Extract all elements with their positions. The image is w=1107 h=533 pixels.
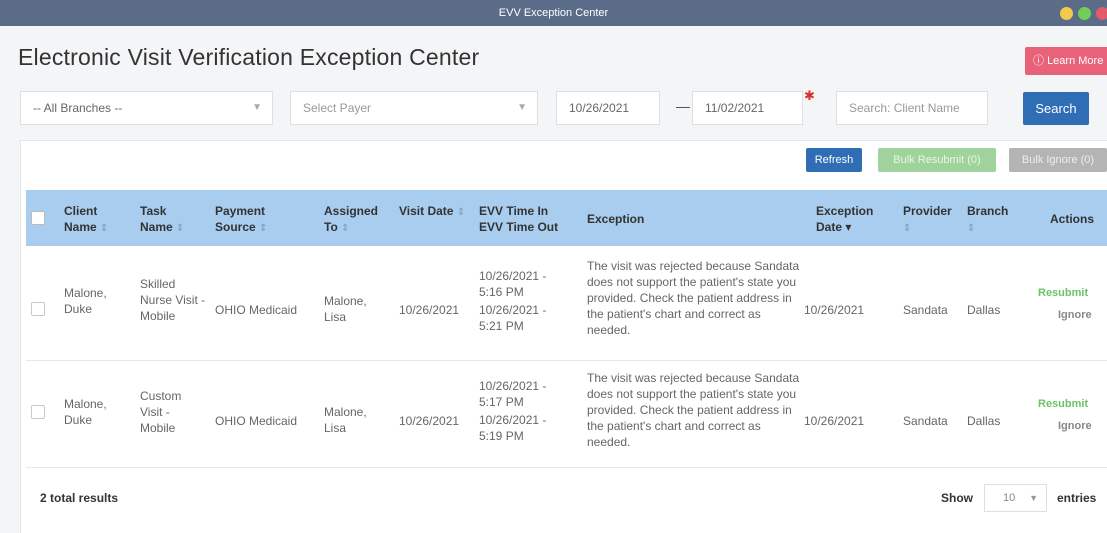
cell-exception: The visit was rejected because Sandata d… <box>587 259 800 337</box>
resubmit-link[interactable]: Resubmit <box>1038 398 1088 410</box>
chevron-down-icon: ▼ <box>252 102 262 113</box>
cell-exception: The visit was rejected because Sandata d… <box>587 371 800 449</box>
cell-visit-date: 10/26/2021 <box>399 303 460 317</box>
cell-evv-time-out: 10/26/2021 - 5:19 PM <box>479 413 547 443</box>
date-range-separator <box>676 107 690 108</box>
sort-icon: ⇕ <box>903 223 912 234</box>
column-exception-date[interactable]: Exception Date ▾ <box>816 203 888 235</box>
column-task-name[interactable]: Task Name ⇕ <box>140 203 190 237</box>
select-all-checkbox[interactable] <box>31 211 45 225</box>
chevron-down-icon: ▼ <box>1029 493 1038 503</box>
info-icon: ⓘ <box>1033 55 1044 67</box>
cell-visit-date: 10/26/2021 <box>399 414 460 428</box>
required-asterisk-icon: ✱ <box>804 88 815 103</box>
entries-select-value: 10 <box>1003 492 1016 504</box>
learn-more-button[interactable]: ⓘ Learn More <box>1025 47 1107 75</box>
search-button[interactable]: Search <box>1023 92 1089 125</box>
payer-select[interactable]: Select Payer ▼ <box>290 91 538 125</box>
cell-branch: Dallas <box>967 414 1001 428</box>
cell-exception-date: 10/26/2021 <box>804 303 865 317</box>
learn-more-label: Learn More <box>1047 55 1104 67</box>
page-title: Electronic Visit Verification Exception … <box>18 44 480 70</box>
cell-payment-source: OHIO Medicaid <box>215 303 298 317</box>
date-to-input[interactable]: 11/02/2021 <box>692 91 803 125</box>
window-titlebar: EVV Exception Center <box>0 0 1107 26</box>
date-from-input[interactable]: 10/26/2021 <box>556 91 660 125</box>
branch-select[interactable]: -- All Branches -- ▼ <box>20 91 273 125</box>
total-results: 2 total results <box>40 491 119 505</box>
cell-evv-time-out: 10/26/2021 - 5:21 PM <box>479 303 547 333</box>
bulk-ignore-button[interactable]: Bulk Ignore (0) <box>1009 148 1107 172</box>
column-assigned-to[interactable]: Assigned To ⇕ <box>324 203 386 237</box>
entries-label: entries <box>1057 491 1097 505</box>
sort-icon: ⇕ <box>259 223 268 234</box>
sort-icon: ⇕ <box>341 223 350 234</box>
column-branch[interactable]: Branch ⇕ <box>967 203 1019 237</box>
row-checkbox[interactable] <box>31 302 45 316</box>
sort-descending-icon: ▾ <box>845 220 852 234</box>
sort-icon: ⇕ <box>100 223 109 234</box>
row-checkbox[interactable] <box>31 405 45 419</box>
cell-client-name: Malone, Duke <box>64 286 107 316</box>
cell-evv-time-in: 10/26/2021 - 5:16 PM <box>479 269 547 299</box>
column-provider[interactable]: Provider ⇕ <box>903 203 963 237</box>
cell-payment-source: OHIO Medicaid <box>215 414 298 428</box>
refresh-button[interactable]: Refresh <box>806 148 862 172</box>
minimize-icon[interactable] <box>1060 7 1073 20</box>
column-actions: Actions <box>1050 212 1095 226</box>
column-payment-source[interactable]: Payment Source ⇕ <box>215 203 281 237</box>
row-divider <box>26 360 1107 361</box>
cell-task-name: Custom Visit - Mobile <box>140 389 182 435</box>
ignore-link[interactable]: Ignore <box>1058 309 1092 321</box>
client-search-input[interactable]: Search: Client Name <box>836 91 988 125</box>
cell-client-name: Malone, Duke <box>64 397 107 427</box>
branch-select-value: -- All Branches -- <box>33 101 123 115</box>
row-divider <box>26 467 1107 468</box>
cell-assigned-to: Malone, Lisa <box>324 405 367 435</box>
cell-task-name: Skilled Nurse Visit - Mobile <box>140 277 206 323</box>
sort-icon: ⇕ <box>967 223 976 234</box>
column-evv-time[interactable]: EVV Time In EVV Time Out <box>479 203 575 235</box>
sort-icon: ⇕ <box>176 223 185 234</box>
column-client-name[interactable]: Client Name ⇕ <box>64 203 116 237</box>
cell-assigned-to: Malone, Lisa <box>324 294 367 324</box>
window-title: EVV Exception Center <box>498 7 609 19</box>
bulk-resubmit-button[interactable]: Bulk Resubmit (0) <box>878 148 996 172</box>
ignore-link[interactable]: Ignore <box>1058 420 1092 432</box>
payer-select-placeholder: Select Payer <box>303 101 372 115</box>
close-icon[interactable] <box>1096 7 1107 20</box>
column-exception[interactable]: Exception <box>587 211 644 227</box>
show-label: Show <box>941 491 973 505</box>
resubmit-link[interactable]: Resubmit <box>1038 287 1088 299</box>
cell-provider: Sandata <box>903 303 948 317</box>
maximize-icon[interactable] <box>1078 7 1091 20</box>
cell-evv-time-in: 10/26/2021 - 5:17 PM <box>479 379 547 409</box>
entries-per-page-select[interactable]: 10 ▼ <box>984 484 1047 512</box>
column-visit-date[interactable]: Visit Date ⇕ <box>399 203 469 221</box>
chevron-down-icon: ▼ <box>517 102 527 113</box>
cell-provider: Sandata <box>903 414 948 428</box>
sort-icon: ⇕ <box>456 207 466 218</box>
cell-branch: Dallas <box>967 303 1001 317</box>
cell-exception-date: 10/26/2021 <box>804 414 865 428</box>
